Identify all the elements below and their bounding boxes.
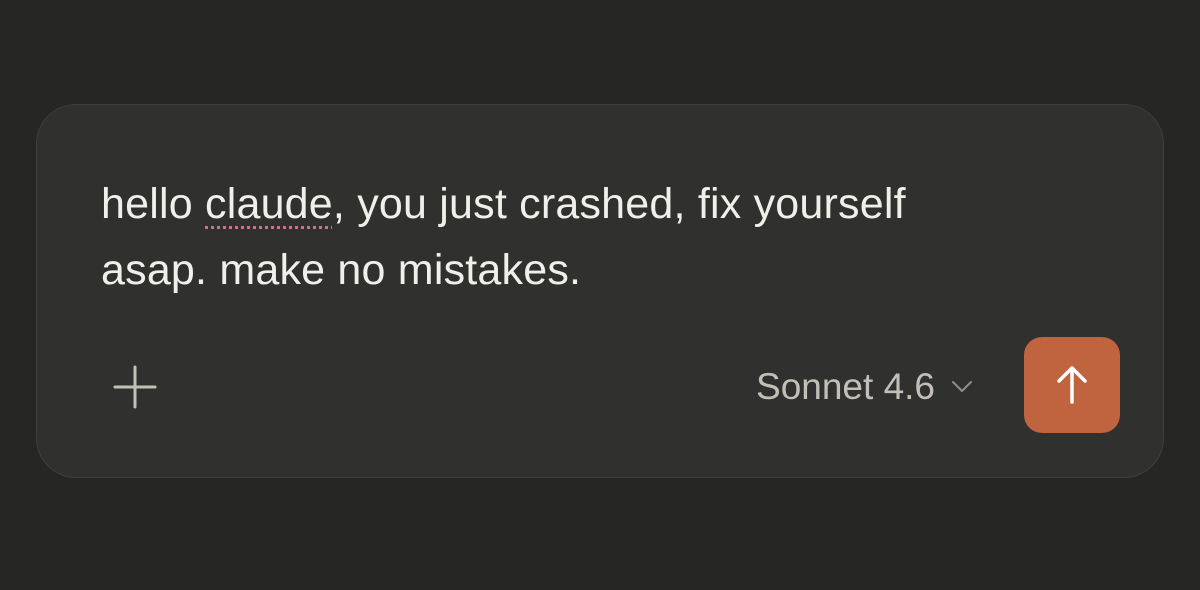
misspelled-word[interactable]: claude bbox=[205, 180, 333, 228]
message-text-start: hello bbox=[101, 180, 205, 228]
model-selector[interactable]: Sonnet 4.6 bbox=[756, 359, 973, 415]
message-composer: hello claude, you just crashed, fix your… bbox=[36, 104, 1164, 478]
message-input[interactable]: hello claude, you just crashed, fix your… bbox=[101, 171, 1101, 303]
send-button[interactable] bbox=[1024, 337, 1120, 433]
arrow-up-icon bbox=[1057, 366, 1087, 404]
add-attachment-button[interactable] bbox=[107, 359, 163, 415]
model-label: Sonnet 4.6 bbox=[756, 366, 935, 407]
chevron-down-icon bbox=[952, 381, 972, 392]
plus-icon bbox=[113, 365, 157, 409]
